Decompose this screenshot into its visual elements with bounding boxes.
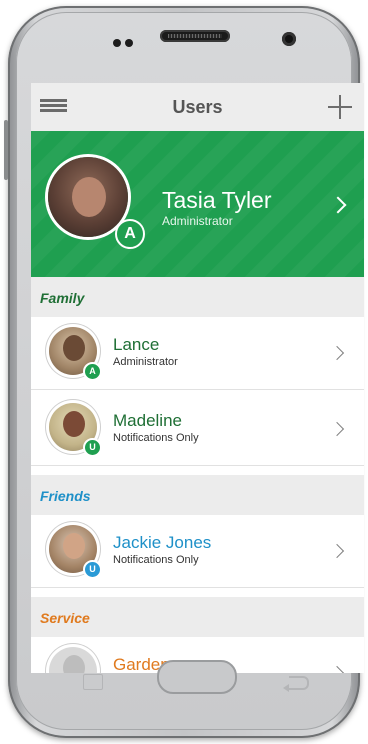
section-service: Service [31,597,364,637]
current-user-card[interactable]: A Tasia Tyler Administrator [31,131,364,277]
app-screen: Users A Tasia Tyler Administrator Family… [31,83,364,673]
app-bar: Users [31,83,364,132]
phone-device: Users A Tasia Tyler Administrator Family… [0,0,368,744]
avatar-placeholder [49,647,97,673]
list-item[interactable]: U Jackie Jones Notifications Only [31,515,364,588]
recent-apps-icon[interactable] [83,674,103,690]
user-name: Jackie Jones [113,533,212,552]
chevron-right-icon [329,543,345,559]
user-name: Madeline [113,411,182,430]
list-item[interactable]: U Madeline Notifications Only [31,393,364,466]
front-camera [282,32,296,46]
earpiece-speaker [160,30,230,42]
list-item[interactable]: A Lance Administrator [31,317,364,390]
role-badge: A [83,362,102,381]
role-badge: U [83,438,102,457]
user-role: Notifications Only [113,432,199,444]
section-friends: Friends [31,475,364,515]
page-title: Users [172,97,223,117]
sensor-dots [113,34,137,52]
user-role: Notifications Only [113,554,199,566]
chevron-right-icon [329,196,347,214]
chevron-right-icon [329,345,345,361]
chevron-right-icon [329,421,345,437]
chevron-right-icon [329,665,345,673]
volume-button [4,120,8,180]
current-user-name: Tasia Tyler [162,187,272,213]
back-icon[interactable] [283,676,309,692]
current-user-role: Administrator [162,214,233,228]
role-badge: U [83,560,102,579]
hardware-nav-bar [31,660,364,716]
section-title: Service [40,610,90,626]
user-role: Administrator [113,356,178,368]
user-name: Lance [113,335,160,354]
add-user-icon[interactable] [328,95,352,119]
section-title: Family [40,290,85,306]
role-badge: A [115,219,145,249]
section-family: Family [31,277,364,317]
avatar [48,157,128,237]
home-button[interactable] [157,660,237,694]
section-title: Friends [40,488,91,504]
